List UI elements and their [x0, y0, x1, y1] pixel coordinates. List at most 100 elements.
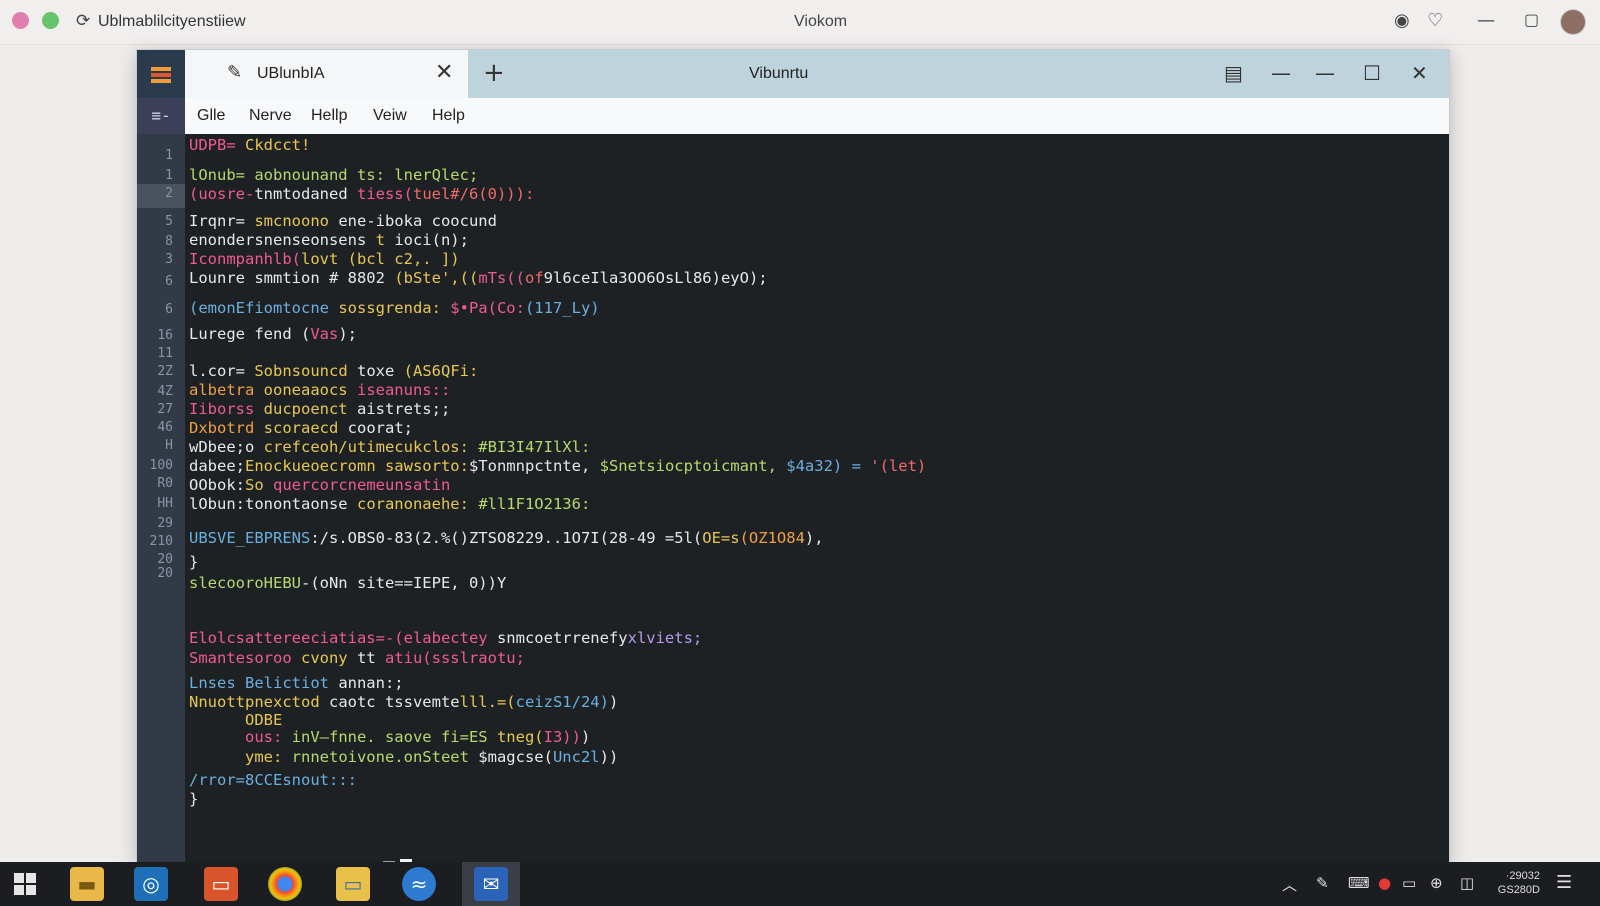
- code-token: yme:: [189, 748, 292, 766]
- code-token: $Snetsiocptoicmant,: [599, 457, 787, 475]
- edge-icon[interactable]: ≈: [402, 867, 436, 901]
- tab-active[interactable]: ✎ UBlunbIA ✕: [185, 50, 468, 98]
- code-line: yme: rnnetoivone.onSteet $magcse(Unc2l)): [189, 748, 618, 766]
- alert-icon[interactable]: ●: [1378, 874, 1391, 892]
- line-number: 6: [165, 274, 173, 289]
- code-line: UBSVE_EBPRENS:/s.OBS0-83(2.%()ZTSO8229..…: [189, 529, 824, 547]
- code-line: l.cor= Sobnsouncd toxe (AS6QFi:: [189, 362, 478, 380]
- code-line: Dxbotrd scoraecd coorat;: [189, 419, 413, 437]
- line-number: 27: [157, 402, 173, 417]
- code-token: ): [580, 728, 591, 746]
- system-clock[interactable]: ·29032 GS280D: [1494, 869, 1540, 897]
- code-token: xlviets;: [627, 629, 703, 647]
- code-token: OObok:: [189, 476, 245, 494]
- chrome-icon[interactable]: [268, 867, 302, 901]
- minimize-line-icon[interactable]: —: [1477, 10, 1495, 31]
- line-number: 16: [157, 328, 173, 343]
- code-token: (uosre-: [189, 185, 255, 203]
- code-token: tiess(: [356, 185, 413, 203]
- code-token: Elolcsattereeciatias=-(elabectey: [189, 629, 497, 647]
- collapse-icon[interactable]: —: [1271, 61, 1291, 85]
- camera-app-icon[interactable]: ◎: [134, 867, 168, 901]
- code-token: tt: [356, 649, 385, 667]
- folder-icon[interactable]: ▭: [336, 867, 370, 901]
- code-token: toxe: [356, 362, 404, 380]
- menu-new[interactable]: Nerve: [249, 107, 292, 125]
- keyboard-icon[interactable]: ⌨: [1348, 874, 1370, 892]
- window-icon[interactable]: ▢: [1524, 10, 1539, 29]
- panel-icon[interactable]: ▤: [1224, 61, 1243, 85]
- code-token: (emonEfiomtocne: [189, 299, 339, 317]
- code-token: #BI3I47IlXl:: [478, 438, 591, 456]
- code-line: Irqnr= smcnoono ene-iboka coocund: [189, 212, 497, 230]
- code-token: lOnub= aobnounand ts: lnerQlec;: [189, 166, 479, 184]
- line-number: 2: [165, 186, 173, 201]
- code-line: Elolcsattereeciatias=-(elabectey snmcoet…: [189, 629, 702, 647]
- title-bar: ✎ UBlunbIA ✕ + Vibunrtu ▤ — — ☐ ✕: [137, 50, 1449, 98]
- maximize-icon[interactable]: ☐: [1363, 61, 1381, 85]
- menu-file[interactable]: Glle: [197, 107, 225, 125]
- new-tab-icon[interactable]: +: [483, 58, 505, 88]
- maximize-dot-icon[interactable]: [42, 12, 59, 29]
- code-token: }: [189, 553, 199, 571]
- heart-check-icon[interactable]: ♡: [1427, 10, 1443, 31]
- close-window-icon[interactable]: ✕: [1411, 61, 1428, 85]
- clock-line-1: ·29032: [1505, 870, 1540, 882]
- avatar[interactable]: [1560, 9, 1586, 35]
- menu-view[interactable]: Veiw: [373, 107, 407, 125]
- code-token: inV—fnne. saove fi=ES: [291, 728, 497, 746]
- display-icon[interactable]: ▭: [1402, 874, 1416, 892]
- code-line: (emonEfiomtocne sossgrenda: $•Pa(Co:(117…: [189, 299, 600, 317]
- refresh-icon[interactable]: ⟳: [76, 11, 90, 31]
- menu-bar: ≡- Glle Nerve Hellp Veiw Help: [137, 98, 1449, 134]
- window-title: Vibunrtu: [749, 65, 809, 82]
- close-tab-icon[interactable]: ✕: [435, 60, 453, 85]
- windows-start-icon[interactable]: [14, 873, 36, 895]
- line-number: 4Z: [157, 384, 173, 399]
- clock-line-2: GS280D: [1497, 884, 1540, 896]
- pen-icon[interactable]: ✎: [1316, 874, 1329, 892]
- code-token: Iconmpanhlb(: [189, 250, 301, 268]
- code-token: coranonaehe:: [356, 495, 479, 513]
- outlook-icon[interactable]: ✉: [474, 867, 508, 901]
- code-token: slecooroHEBU: [189, 574, 301, 592]
- media-app-icon[interactable]: ▭: [204, 867, 238, 901]
- code-token: ODBE: [189, 711, 283, 729]
- code-token: (bSte',((: [394, 269, 479, 287]
- code-token: lovt (bcl c2,. ]): [300, 250, 460, 268]
- line-number: 1: [165, 148, 173, 163]
- code-line: Lounre smmtion # 8802 (bSte',((mTs((of9l…: [189, 269, 768, 287]
- code-line: Nnuottpnexctod caotc tssvemtelll.=(ceizS…: [189, 693, 618, 711]
- code-line: UDPB= Ckdcct!: [189, 136, 310, 154]
- code-token: atiu(ssslraotu;: [384, 649, 525, 667]
- menu-help-2[interactable]: Help: [432, 107, 465, 125]
- line-number: H: [165, 438, 173, 453]
- code-token: snmcoetrrenefy: [496, 629, 628, 647]
- code-token: $Tonmnpctnte,: [468, 457, 600, 475]
- code-token: of: [524, 269, 544, 287]
- close-dot-icon[interactable]: [12, 12, 29, 29]
- code-line: Lurege fend (Vas);: [189, 325, 357, 343]
- code-token: tneg(: [496, 728, 544, 746]
- code-token: -(oNn site==IEPE, 0))Y: [300, 574, 507, 592]
- code-line: Iiborss ducpoenct aistrets;;: [189, 400, 450, 418]
- host-top-bar: ⟳ Ublmablilcityenstiiew Viokom ◉ ♡ — ▢: [0, 0, 1600, 45]
- code-line: albetra ooneaaocs iseanuns::: [189, 381, 450, 399]
- code-token: ),: [804, 529, 824, 547]
- chevron-up-icon[interactable]: ︿: [1282, 874, 1297, 895]
- code-line: }: [189, 790, 198, 808]
- minimize-icon[interactable]: —: [1315, 61, 1335, 85]
- network-icon[interactable]: ⊕: [1430, 874, 1443, 892]
- menu-help-1[interactable]: Hellp: [311, 107, 347, 125]
- file-explorer-icon[interactable]: ▬: [70, 867, 104, 901]
- code-line: (uosre-tnmtodaned tiess(tuel#/6(0))):: [189, 185, 534, 203]
- address-text[interactable]: Ublmablilcityenstiiew: [98, 13, 246, 31]
- notification-icon[interactable]: ☰: [1556, 872, 1572, 893]
- code-token: ous:: [189, 728, 292, 746]
- volume-icon[interactable]: ◫: [1460, 874, 1474, 892]
- code-token: coorat;: [347, 419, 413, 437]
- code-editor[interactable]: UDPB= Ckdcct! lOnub= aobnounand ts: lnerQ…: [185, 134, 1449, 862]
- sidebar-toggle-icon[interactable]: ≡-: [137, 98, 185, 134]
- camera-icon[interactable]: ◉: [1394, 10, 1410, 31]
- code-line: }: [189, 553, 198, 571]
